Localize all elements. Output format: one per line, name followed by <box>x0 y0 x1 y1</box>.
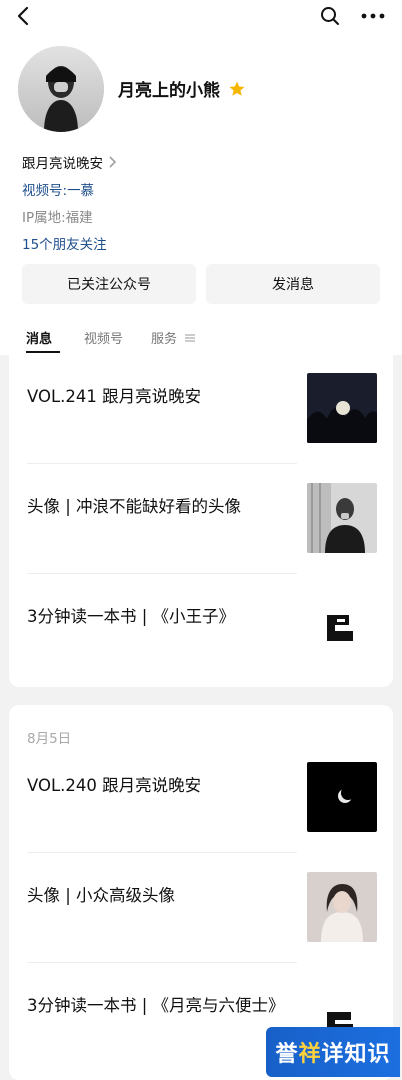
channel-row[interactable]: 视频号: 一慕 <box>22 177 117 204</box>
followed-button[interactable]: 已关注公众号 <box>22 264 196 304</box>
crescent-moon-thumbnail <box>307 762 377 832</box>
search-icon[interactable] <box>318 4 342 28</box>
book-logo-thumbnail <box>307 593 377 663</box>
article-title: 头像 | 小众高级头像 <box>27 886 176 905</box>
list-item[interactable]: 头像 | 小众高级头像 <box>9 872 393 982</box>
article-title: VOL.240 跟月亮说晚安 <box>27 776 202 795</box>
list-item[interactable]: VOL.240 跟月亮说晚安 <box>9 762 393 872</box>
tab-services-label: 服务 <box>151 332 178 347</box>
ip-row: IP属地: 福建 <box>22 204 117 231</box>
channel-value: 一慕 <box>67 182 95 199</box>
tab-bar: 消息 视频号 服务 <box>0 328 402 354</box>
article-title: 头像 | 冲浪不能缺好看的头像 <box>27 497 242 516</box>
tab-channels[interactable]: 视频号 <box>84 328 123 347</box>
watermark-text-3: 详知识 <box>321 1042 391 1067</box>
star-icon <box>228 80 246 98</box>
feed-card: VOL.241 跟月亮说晚安 头像 | 冲浪不能缺好看的头像 3分钟读一本书 |… <box>9 355 393 687</box>
profile-info: 跟月亮说晚安 视频号: 一慕 IP属地: 福建 15个朋友关注 <box>22 150 117 258</box>
friends-follow-row[interactable]: 15个朋友关注 <box>22 231 117 258</box>
list-item[interactable]: 3分钟读一本书 | 《小王子》 <box>9 593 393 687</box>
article-title: 3分钟读一本书 | 《月亮与六便士》 <box>27 996 285 1015</box>
watermark-text-2: 祥 <box>298 1042 322 1067</box>
list-item[interactable]: VOL.241 跟月亮说晚安 <box>9 373 393 483</box>
profile-intro: 跟月亮说晚安 <box>22 155 103 172</box>
send-message-button[interactable]: 发消息 <box>206 264 380 304</box>
watermark-text-1: 誉 <box>275 1042 299 1067</box>
divider <box>27 573 297 574</box>
moon-thumbnail <box>307 373 377 443</box>
action-buttons: 已关注公众号 发消息 <box>22 264 380 304</box>
divider <box>27 463 297 464</box>
feed-card: 8月5日 VOL.240 跟月亮说晚安 头像 | 小众高级头像 3分钟读一本书 … <box>9 705 393 1080</box>
date-label: 8月5日 <box>27 731 72 747</box>
ip-label: IP属地: <box>22 209 66 226</box>
watermark-badge: 誉祥详知识 <box>266 1027 400 1077</box>
divider <box>27 962 297 963</box>
friends-follow: 15个朋友关注 <box>22 236 107 253</box>
top-bar <box>0 0 402 34</box>
tab-messages[interactable]: 消息 <box>26 328 52 347</box>
profile-name: 月亮上的小熊 <box>118 81 220 101</box>
more-horizontal-icon[interactable] <box>358 4 388 28</box>
active-tab-indicator <box>26 351 60 353</box>
profile-intro-row[interactable]: 跟月亮说晚安 <box>22 150 117 177</box>
avatar-thumbnail <box>307 483 377 553</box>
article-title: 3分钟读一本书 | 《小王子》 <box>27 607 236 626</box>
avatar[interactable] <box>18 46 104 132</box>
avatar-thumbnail <box>307 872 377 942</box>
article-title: VOL.241 跟月亮说晚安 <box>27 387 202 406</box>
list-item[interactable]: 头像 | 冲浪不能缺好看的头像 <box>9 483 393 593</box>
profile-section: 月亮上的小熊 跟月亮说晚安 视频号: 一慕 IP属地: 福建 15个朋友关注 已… <box>0 34 402 354</box>
back-icon[interactable] <box>12 4 36 28</box>
divider <box>27 852 297 853</box>
channel-label: 视频号: <box>22 182 68 199</box>
profile-name-row: 月亮上的小熊 <box>118 76 246 101</box>
chevron-right-icon <box>107 153 117 175</box>
menu-icon <box>185 332 196 347</box>
tab-services[interactable]: 服务 <box>151 328 196 347</box>
ip-value: 福建 <box>65 209 93 226</box>
